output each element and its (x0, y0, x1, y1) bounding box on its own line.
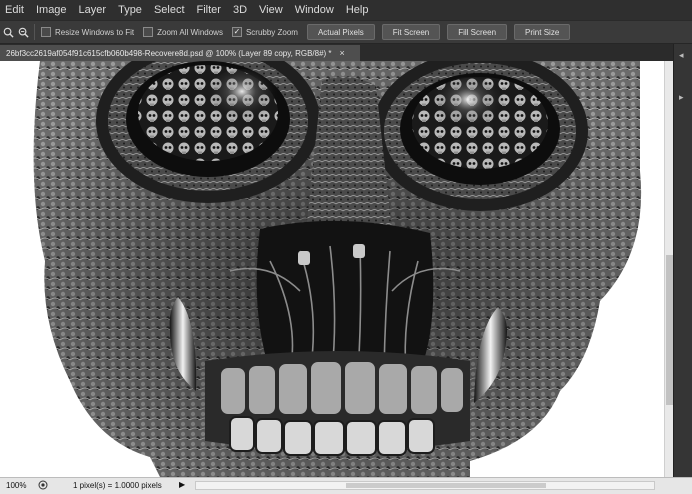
expand-panel-icon[interactable]: ◂ (679, 50, 684, 61)
resize-windows-label: Resize Windows to Fit (55, 27, 135, 37)
print-size-button[interactable]: Print Size (514, 24, 571, 40)
zoom-all-windows-label: Zoom All Windows (157, 27, 223, 37)
status-info-text: 1 pixel(s) = 1.0000 pixels (73, 481, 162, 490)
menu-select[interactable]: Select (149, 4, 192, 16)
fit-screen-button[interactable]: Fit Screen (381, 24, 441, 40)
doc-info-icon[interactable] (38, 480, 48, 490)
menu-help[interactable]: Help (341, 4, 376, 16)
menu-filter[interactable]: Filter (192, 4, 228, 16)
close-icon[interactable]: × (340, 48, 345, 58)
scrollbar-thumb[interactable] (666, 255, 673, 405)
magnifier-icon[interactable] (1, 25, 15, 39)
skull-artwork (33, 61, 642, 477)
menu-window[interactable]: Window (290, 4, 341, 16)
menu-image[interactable]: Image (31, 4, 74, 16)
checkmark-icon[interactable]: ✓ (231, 27, 242, 37)
menu-edit[interactable]: Edit (0, 4, 31, 16)
document-tab-title: 26bf3cc2619af054f91c615cfb060b498-Recove… (6, 48, 332, 58)
document-tab-bar: 26bf3cc2619af054f91c615cfb060b498-Recove… (0, 44, 692, 61)
menu-3d[interactable]: 3D (228, 4, 254, 16)
zoom-all-windows-checkbox[interactable]: Zoom All Windows (143, 27, 223, 37)
scrollbar-thumb[interactable] (346, 483, 546, 488)
horizontal-scrollbar[interactable] (195, 481, 655, 490)
status-bar: 100% 1 pixel(s) = 1.0000 pixels ▶ (0, 477, 692, 494)
zoom-level[interactable]: 100% (6, 481, 26, 490)
resize-windows-checkbox[interactable]: Resize Windows to Fit (41, 27, 134, 37)
checkbox-box[interactable] (41, 27, 51, 37)
scrubby-zoom-label: Scrubby Zoom (245, 27, 298, 37)
collapsed-panel-dock: ◂ ▸ (673, 44, 692, 477)
document-tab[interactable]: 26bf3cc2619af054f91c615cfb060b498-Recove… (0, 45, 360, 61)
status-menu-arrow-icon[interactable]: ▶ (179, 480, 185, 489)
menu-view[interactable]: View (254, 4, 290, 16)
zoom-out-icon[interactable] (16, 25, 30, 39)
document-canvas[interactable] (0, 61, 664, 477)
toolbar-divider (34, 24, 35, 40)
actual-pixels-button[interactable]: Actual Pixels (306, 24, 375, 40)
menu-bar: Edit Image Layer Type Select Filter 3D V… (0, 0, 692, 20)
checkbox-box[interactable] (143, 27, 154, 37)
options-bar: Resize Windows to Fit Zoom All Windows ✓… (0, 20, 692, 44)
menu-layer[interactable]: Layer (74, 4, 114, 16)
fill-screen-button[interactable]: Fill Screen (447, 24, 508, 40)
menu-type[interactable]: Type (113, 4, 149, 16)
scrubby-zoom-checkbox[interactable]: ✓ Scrubby Zoom (231, 27, 298, 37)
panel-icon[interactable]: ▸ (679, 92, 684, 103)
